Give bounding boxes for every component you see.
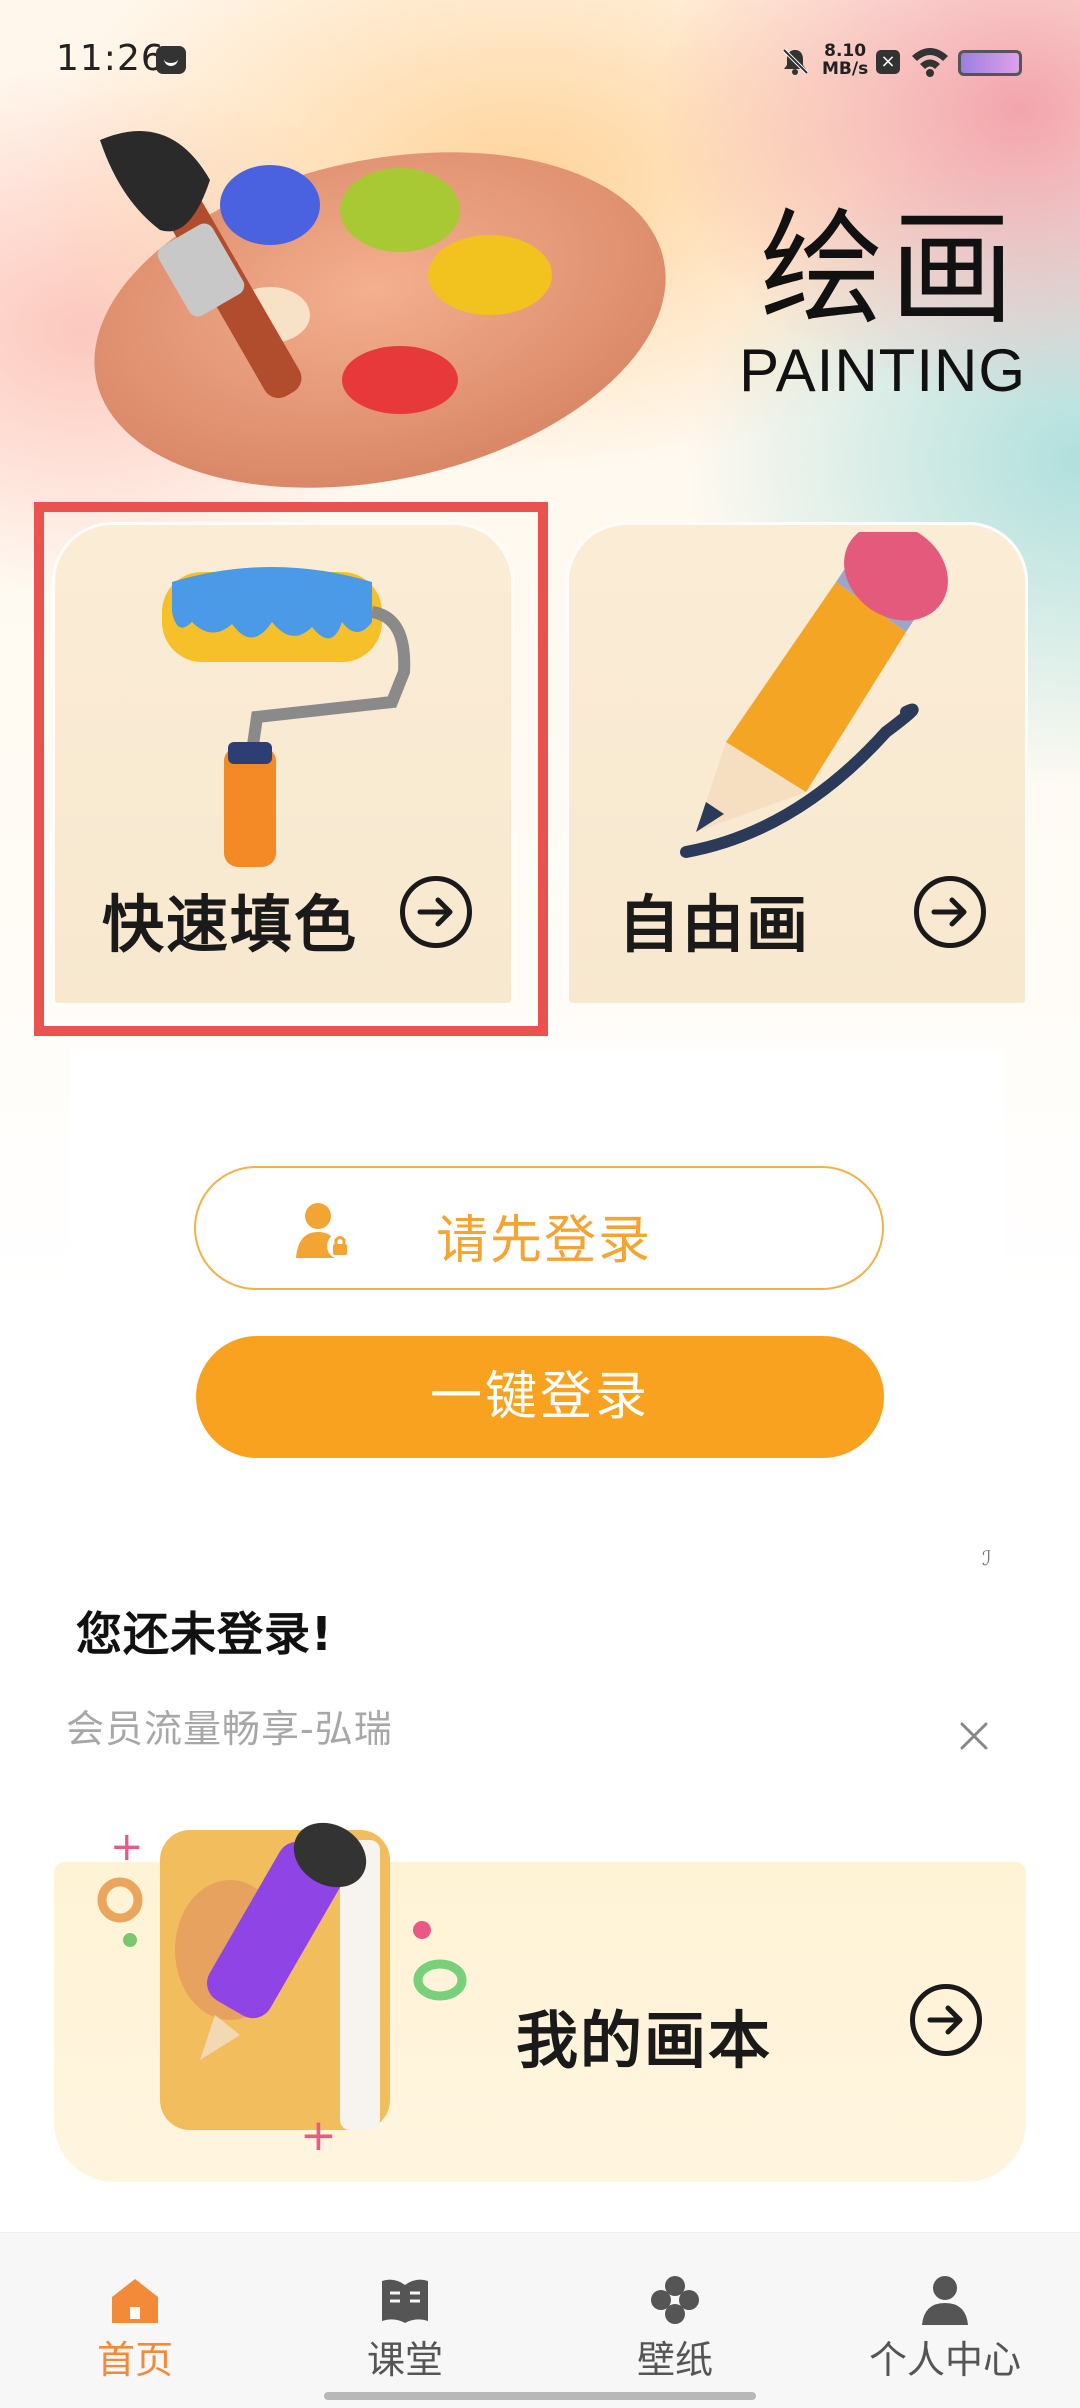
close-box-icon: ×: [876, 50, 900, 74]
nav-item-classroom[interactable]: 课堂: [270, 2233, 540, 2383]
clover-icon: [651, 2276, 699, 2324]
palette-illustration: [94, 131, 666, 488]
one-click-login-button[interactable]: 一键登录: [196, 1336, 884, 1458]
nav-item-classroom-label: 课堂: [366, 2338, 443, 2382]
login-first-button[interactable]: 请先登录: [194, 1166, 884, 1290]
message-icon: [156, 46, 186, 74]
home-indicator[interactable]: [324, 2392, 756, 2400]
nav-item-wallpaper-label: 壁纸: [636, 2338, 713, 2382]
sketchbook-illustration: + +: [97, 1822, 467, 2160]
my-album-arrow-icon[interactable]: [910, 1984, 982, 2056]
status-time: 11:26: [56, 38, 165, 79]
pencil-icon: [680, 532, 948, 858]
paint-roller-icon: [162, 567, 411, 867]
member-traffic-text: 会员流量畅享-弘瑞: [66, 1707, 393, 1751]
person-icon: [922, 2276, 968, 2325]
nav-item-profile-label: 个人中心: [868, 2338, 1021, 2382]
close-icon[interactable]: [956, 1718, 992, 1754]
quick-fill-arrow-icon[interactable]: [400, 876, 472, 948]
nav-item-home-label: 首页: [96, 2338, 173, 2382]
quick-fill-card[interactable]: 快速填色: [52, 522, 514, 1006]
page-title: 绘画: [759, 198, 1020, 342]
quick-fill-label: 快速填色: [102, 888, 359, 961]
free-draw-label: 自由画: [618, 888, 811, 961]
nav-item-profile[interactable]: 个人中心: [810, 2233, 1080, 2383]
bottom-navigation: 首页 课堂 壁纸 个人中心: [0, 2232, 1080, 2408]
page-subtitle: PAINTING: [739, 337, 1026, 404]
nav-item-home[interactable]: 首页: [0, 2233, 270, 2383]
bell-off-icon: [782, 48, 809, 75]
my-album-label: 我的画本: [516, 2004, 773, 2077]
book-icon: [382, 2279, 428, 2323]
home-icon: [112, 2279, 158, 2323]
network-speed-unit: MB/s: [822, 59, 869, 79]
free-draw-arrow-icon[interactable]: [914, 876, 986, 948]
corner-mark-icon: ℐ: [982, 1546, 992, 1570]
nav-item-wallpaper[interactable]: 壁纸: [540, 2233, 810, 2383]
user-lock-icon: [296, 1203, 353, 1259]
not-logged-in-text: 您还未登录!: [76, 1607, 333, 1661]
network-speed: 8.10 MB/s: [822, 42, 868, 78]
free-draw-card[interactable]: 自由画: [566, 522, 1028, 1006]
svg-text:+: +: [110, 1824, 144, 1870]
svg-text:+: +: [300, 2110, 337, 2160]
wifi-icon: [912, 48, 948, 77]
battery-icon: [958, 50, 1022, 76]
login-first-label: 请先登录: [436, 1211, 653, 1271]
status-bar: 11:26 8.10 MB/s ×: [0, 0, 1080, 120]
network-speed-value: 8.10: [824, 41, 867, 61]
